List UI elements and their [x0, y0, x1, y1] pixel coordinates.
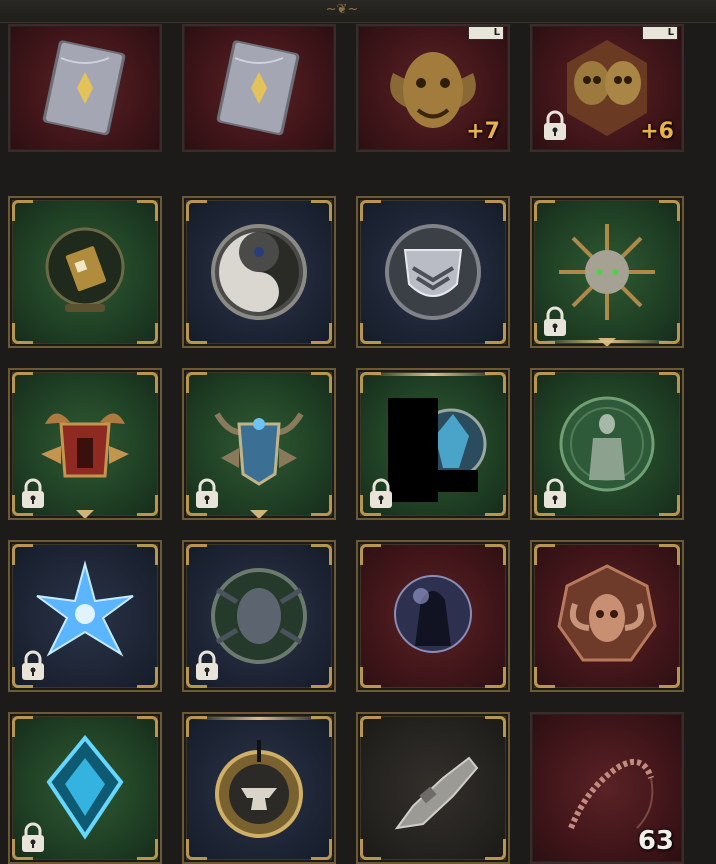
header-ornament: ~❦~ — [325, 2, 359, 17]
inventory-slot-ice-star[interactable] — [8, 540, 162, 692]
inventory-slot-ram-skull-emblem[interactable] — [530, 540, 684, 692]
lock-icon — [364, 476, 398, 510]
lock-icon — [16, 820, 50, 854]
inventory-slot-twin-skulls[interactable]: L +6 — [530, 24, 684, 152]
inventory-slot-spider-rune[interactable] — [182, 540, 336, 692]
lock-icon — [190, 476, 224, 510]
yin-yang-icon — [199, 212, 319, 332]
upgrade-level: +6 — [640, 119, 674, 144]
inventory-slot-ram-demon-head[interactable]: L +7 — [356, 24, 510, 152]
inventory-slot-thorned-mandala[interactable] — [530, 196, 684, 348]
selection-pointer — [76, 510, 94, 518]
inventory-slot-bone-whip[interactable]: 63 — [530, 712, 684, 864]
inventory-slot-green-statue-medallion[interactable] — [530, 368, 684, 520]
spellbook-icon — [25, 28, 145, 148]
winged-shield-icon — [373, 212, 493, 332]
selection-pointer — [250, 510, 268, 518]
lock-icon — [16, 648, 50, 682]
inventory-grid: L +7 L +6 63 — [8, 24, 684, 864]
spellbook-icon — [199, 28, 319, 148]
inventory-slot-crystal-ball-card[interactable] — [8, 196, 162, 348]
inventory-slot-blue-dragon-crest[interactable] — [182, 368, 336, 520]
selection-highlight — [542, 340, 672, 343]
inventory-slot-wing-shield-medallion[interactable] — [356, 196, 510, 348]
lock-icon — [190, 648, 224, 682]
stone-relic-icon — [373, 728, 493, 848]
inventory-slot-anvil-medallion[interactable] — [182, 712, 336, 864]
slot-top-glow — [368, 373, 498, 376]
lock-icon — [16, 476, 50, 510]
lock-icon — [538, 476, 572, 510]
inventory-slot-cyan-crystal-frame[interactable] — [8, 712, 162, 864]
inventory-slot-stone-relic[interactable] — [356, 712, 510, 864]
ram-skull-icon — [547, 556, 667, 676]
redaction-block — [434, 470, 478, 492]
lock-icon — [538, 108, 572, 142]
panel-header-bar: ~❦~ — [0, 0, 716, 23]
inventory-slot-horned-red-helm[interactable] — [8, 368, 162, 520]
crystal-ball-icon — [25, 212, 145, 332]
stack-count: 63 — [637, 826, 674, 856]
hooded-orb-icon — [373, 556, 493, 676]
inventory-slot-yin-yang-medallion[interactable] — [182, 196, 336, 348]
slot-top-glow — [194, 717, 324, 720]
inventory-slot-redacted-emblem[interactable] — [356, 368, 510, 520]
lock-icon — [538, 304, 572, 338]
inventory-slot-book-2[interactable] — [182, 24, 336, 152]
inventory-slot-book-1[interactable] — [8, 24, 162, 152]
upgrade-level: +7 — [466, 119, 500, 144]
anvil-medallion-icon — [199, 728, 319, 848]
inventory-slot-hooded-orb[interactable] — [356, 540, 510, 692]
